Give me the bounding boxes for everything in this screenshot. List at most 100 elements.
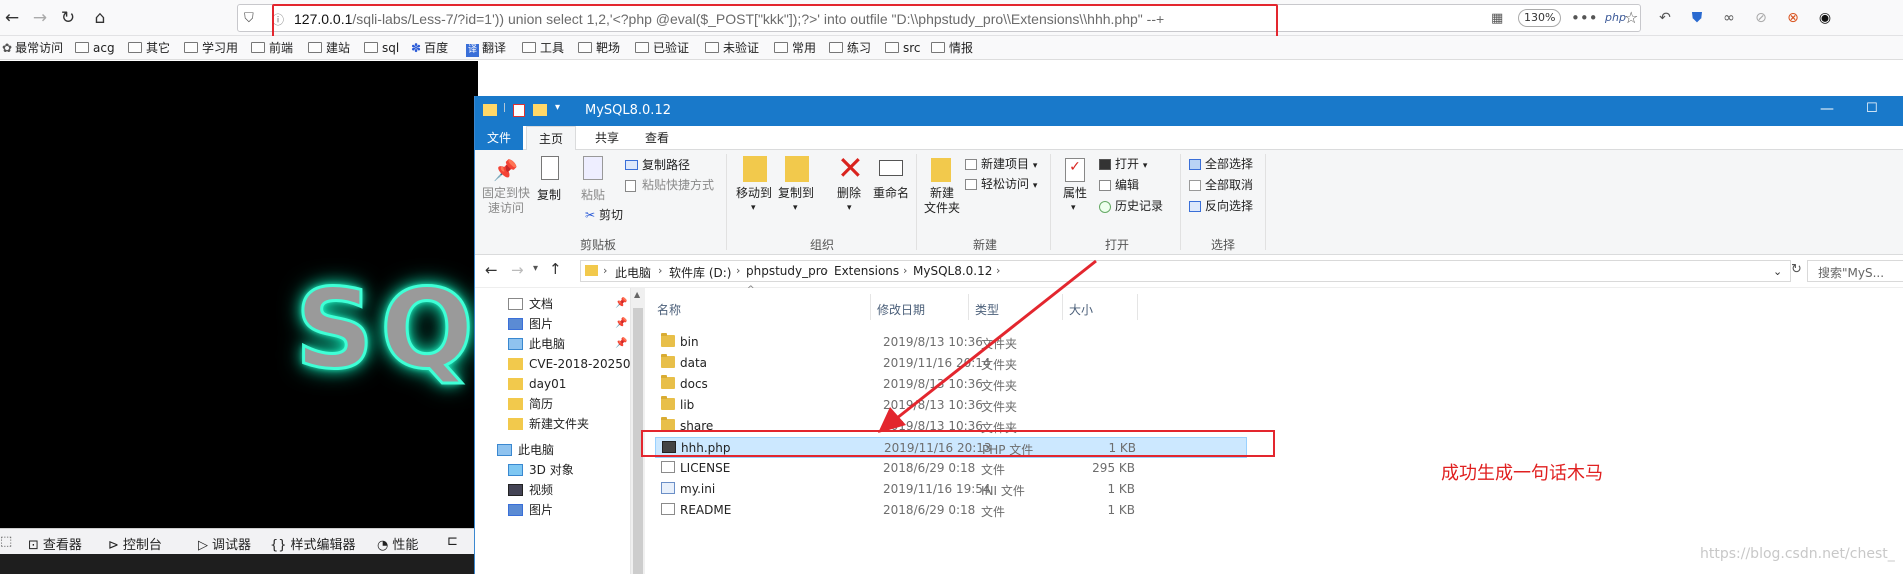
customize-qat-icon[interactable]: ▾ bbox=[555, 102, 560, 113]
move-to-button[interactable]: 移动到 ▾ bbox=[736, 186, 772, 216]
bookmark-item[interactable]: ✽ 百度 bbox=[411, 40, 448, 56]
profile-icon[interactable]: ◉ bbox=[1815, 8, 1835, 28]
shield-icon[interactable]: ⛉ bbox=[244, 11, 254, 26]
bookmark-item[interactable]: 建站 bbox=[308, 40, 350, 56]
address-dropdown-icon[interactable]: ⌄ bbox=[1773, 265, 1782, 278]
paste-shortcut-button[interactable]: 粘贴快捷方式 bbox=[642, 178, 714, 193]
nav-item-day01[interactable]: day01 bbox=[508, 374, 566, 394]
bookmark-item[interactable]: 学习用 bbox=[184, 40, 238, 56]
devtools-tab-performance[interactable]: ◔ 性能 bbox=[377, 534, 418, 553]
zoom-badge[interactable]: 130% bbox=[1518, 9, 1562, 27]
open-button[interactable]: 打开 ▾ bbox=[1115, 157, 1147, 174]
nav-item-3d-objects[interactable]: 3D 对象 bbox=[508, 460, 574, 480]
edit-button[interactable]: 编辑 bbox=[1115, 178, 1139, 193]
bookmark-item[interactable]: 其它 bbox=[128, 40, 170, 56]
nav-item-resume[interactable]: 简历 bbox=[508, 394, 553, 414]
bookmark-item[interactable]: ✿ 最常访问 bbox=[2, 40, 63, 56]
pin-to-quick-access-button[interactable]: 固定到快 速访问 bbox=[482, 186, 530, 216]
pin-icon[interactable]: 📌 bbox=[615, 338, 627, 349]
chevron-right-icon[interactable]: › bbox=[658, 264, 662, 277]
select-none-button[interactable]: 全部取消 bbox=[1205, 178, 1253, 193]
devtools-tab-inspector[interactable]: ⊡ 查看器 bbox=[28, 534, 82, 553]
recent-locations-icon[interactable]: ▾ bbox=[533, 263, 538, 274]
nav-item-documents[interactable]: 文档 bbox=[508, 294, 553, 314]
blocked-icon[interactable]: ⊘ bbox=[1751, 8, 1771, 28]
forward-icon[interactable]: → bbox=[30, 8, 50, 28]
php-icon[interactable]: php bbox=[1605, 11, 1626, 24]
inspector-pick-icon[interactable]: ⬚ bbox=[0, 534, 12, 549]
bookmark-item[interactable]: acg bbox=[75, 40, 115, 56]
back-icon[interactable]: ← bbox=[2, 8, 22, 28]
pin-icon[interactable]: 📌 bbox=[615, 318, 627, 329]
file-row[interactable]: my.ini 2019/11/16 19:54 INI 文件 1 KB bbox=[655, 479, 1247, 500]
chevron-right-icon[interactable]: › bbox=[603, 264, 607, 277]
new-folder-quick-icon[interactable] bbox=[533, 104, 547, 116]
breadcrumb-this-pc[interactable]: 此电脑 bbox=[615, 264, 651, 281]
new-item-button[interactable]: 新建项目 ▾ bbox=[981, 157, 1037, 174]
copy-path-button[interactable]: 复制路径 bbox=[642, 158, 690, 173]
tab-home[interactable]: 主页 bbox=[526, 126, 576, 150]
properties-quick-icon[interactable] bbox=[513, 104, 525, 117]
chevron-right-icon[interactable]: › bbox=[736, 264, 740, 277]
nav-item-pictures[interactable]: 图片 bbox=[508, 314, 553, 334]
column-divider[interactable] bbox=[1137, 294, 1138, 320]
file-row[interactable]: README 2018/6/29 0:18 文件 1 KB bbox=[655, 500, 1247, 521]
extension-icon[interactable]: ∞ bbox=[1719, 8, 1739, 28]
qr-code-icon[interactable]: ▦ bbox=[1491, 11, 1503, 26]
copy-to-button[interactable]: 复制到 ▾ bbox=[778, 186, 814, 216]
paste-button[interactable]: 粘贴 bbox=[581, 188, 605, 203]
up-arrow-icon[interactable]: ↑ bbox=[549, 260, 562, 278]
column-header-name[interactable]: 名称 bbox=[657, 301, 681, 318]
breadcrumb-drive-d[interactable]: 软件库 (D:) bbox=[669, 264, 731, 281]
select-all-button[interactable]: 全部选择 bbox=[1205, 157, 1253, 172]
devtools-tab-console[interactable]: ⊳ 控制台 bbox=[108, 534, 162, 553]
breadcrumb-phpstudy[interactable]: phpstudy_pro bbox=[746, 264, 828, 278]
tab-share[interactable]: 共享 bbox=[585, 126, 629, 150]
tab-view[interactable]: 查看 bbox=[635, 126, 679, 150]
copy-button[interactable]: 复制 bbox=[537, 188, 561, 203]
bookmark-item[interactable]: 练习 bbox=[829, 40, 871, 56]
pin-icon[interactable]: 📌 bbox=[615, 298, 627, 309]
refresh-icon[interactable]: ↻ bbox=[1791, 262, 1802, 277]
more-icon[interactable]: ••• bbox=[1571, 9, 1598, 27]
bookmark-item[interactable]: 靶场 bbox=[578, 40, 620, 56]
nav-item-videos[interactable]: 视频 bbox=[508, 480, 553, 500]
memory-icon[interactable]: ⊏ bbox=[447, 534, 458, 549]
rename-button[interactable]: 重命名 bbox=[873, 186, 909, 201]
address-bar[interactable]: › 此电脑 › 软件库 (D:) › phpstudy_pro › Extens… bbox=[580, 260, 1791, 282]
delete-button[interactable]: 删除 ▾ bbox=[837, 186, 861, 216]
history-button[interactable]: 历史记录 bbox=[1115, 199, 1163, 214]
file-row[interactable]: LICENSE 2018/6/29 0:18 文件 295 KB bbox=[655, 458, 1247, 479]
chevron-right-icon[interactable]: › bbox=[824, 264, 828, 277]
bookmark-item[interactable]: src bbox=[885, 40, 921, 56]
cut-button[interactable]: 剪切 bbox=[599, 208, 623, 223]
devtools-tab-debugger[interactable]: ▷ 调试器 bbox=[198, 534, 251, 553]
bookmark-item[interactable]: 已验证 bbox=[635, 40, 689, 56]
bookmark-item[interactable]: 情报 bbox=[931, 40, 973, 56]
search-input[interactable]: 搜索"MyS... bbox=[1807, 260, 1903, 282]
nav-item-new-folder[interactable]: 新建文件夹 bbox=[508, 414, 589, 434]
properties-button[interactable]: 属性 ▾ bbox=[1063, 186, 1087, 216]
new-folder-button[interactable]: 新建 文件夹 bbox=[924, 186, 960, 216]
easy-access-button[interactable]: 轻松访问 ▾ bbox=[981, 177, 1037, 194]
maximize-icon[interactable]: ☐ bbox=[1866, 101, 1878, 116]
invert-selection-button[interactable]: 反向选择 bbox=[1205, 199, 1253, 214]
bookmark-item[interactable]: sql bbox=[364, 40, 399, 56]
forward-arrow-icon[interactable]: → bbox=[511, 261, 524, 279]
nav-item-this-pc[interactable]: 此电脑 bbox=[508, 334, 565, 354]
shield-ext-icon[interactable]: ⛊ bbox=[1687, 8, 1707, 28]
bookmark-item[interactable]: 工具 bbox=[522, 40, 564, 56]
back-arrow-icon[interactable]: ← bbox=[485, 261, 498, 279]
nav-item-cve-folder[interactable]: CVE-2018-20250- bbox=[508, 354, 635, 374]
nav-item-this-pc-root[interactable]: 此电脑 bbox=[497, 440, 554, 460]
minimize-icon[interactable]: — bbox=[1820, 101, 1834, 117]
star-icon[interactable]: ☆ bbox=[1624, 8, 1638, 27]
devtools-tab-style-editor[interactable]: {} 样式编辑器 bbox=[270, 534, 356, 553]
bookmark-item[interactable]: 前端 bbox=[251, 40, 293, 56]
scroll-up-icon[interactable]: ▲ bbox=[634, 290, 640, 299]
reload-icon[interactable]: ↻ bbox=[58, 8, 78, 28]
home-icon[interactable]: ⌂ bbox=[90, 8, 110, 28]
undo-icon[interactable]: ↶ bbox=[1655, 8, 1675, 28]
bookmark-item[interactable]: 未验证 bbox=[705, 40, 759, 56]
tab-file[interactable]: 文件 bbox=[475, 126, 523, 150]
